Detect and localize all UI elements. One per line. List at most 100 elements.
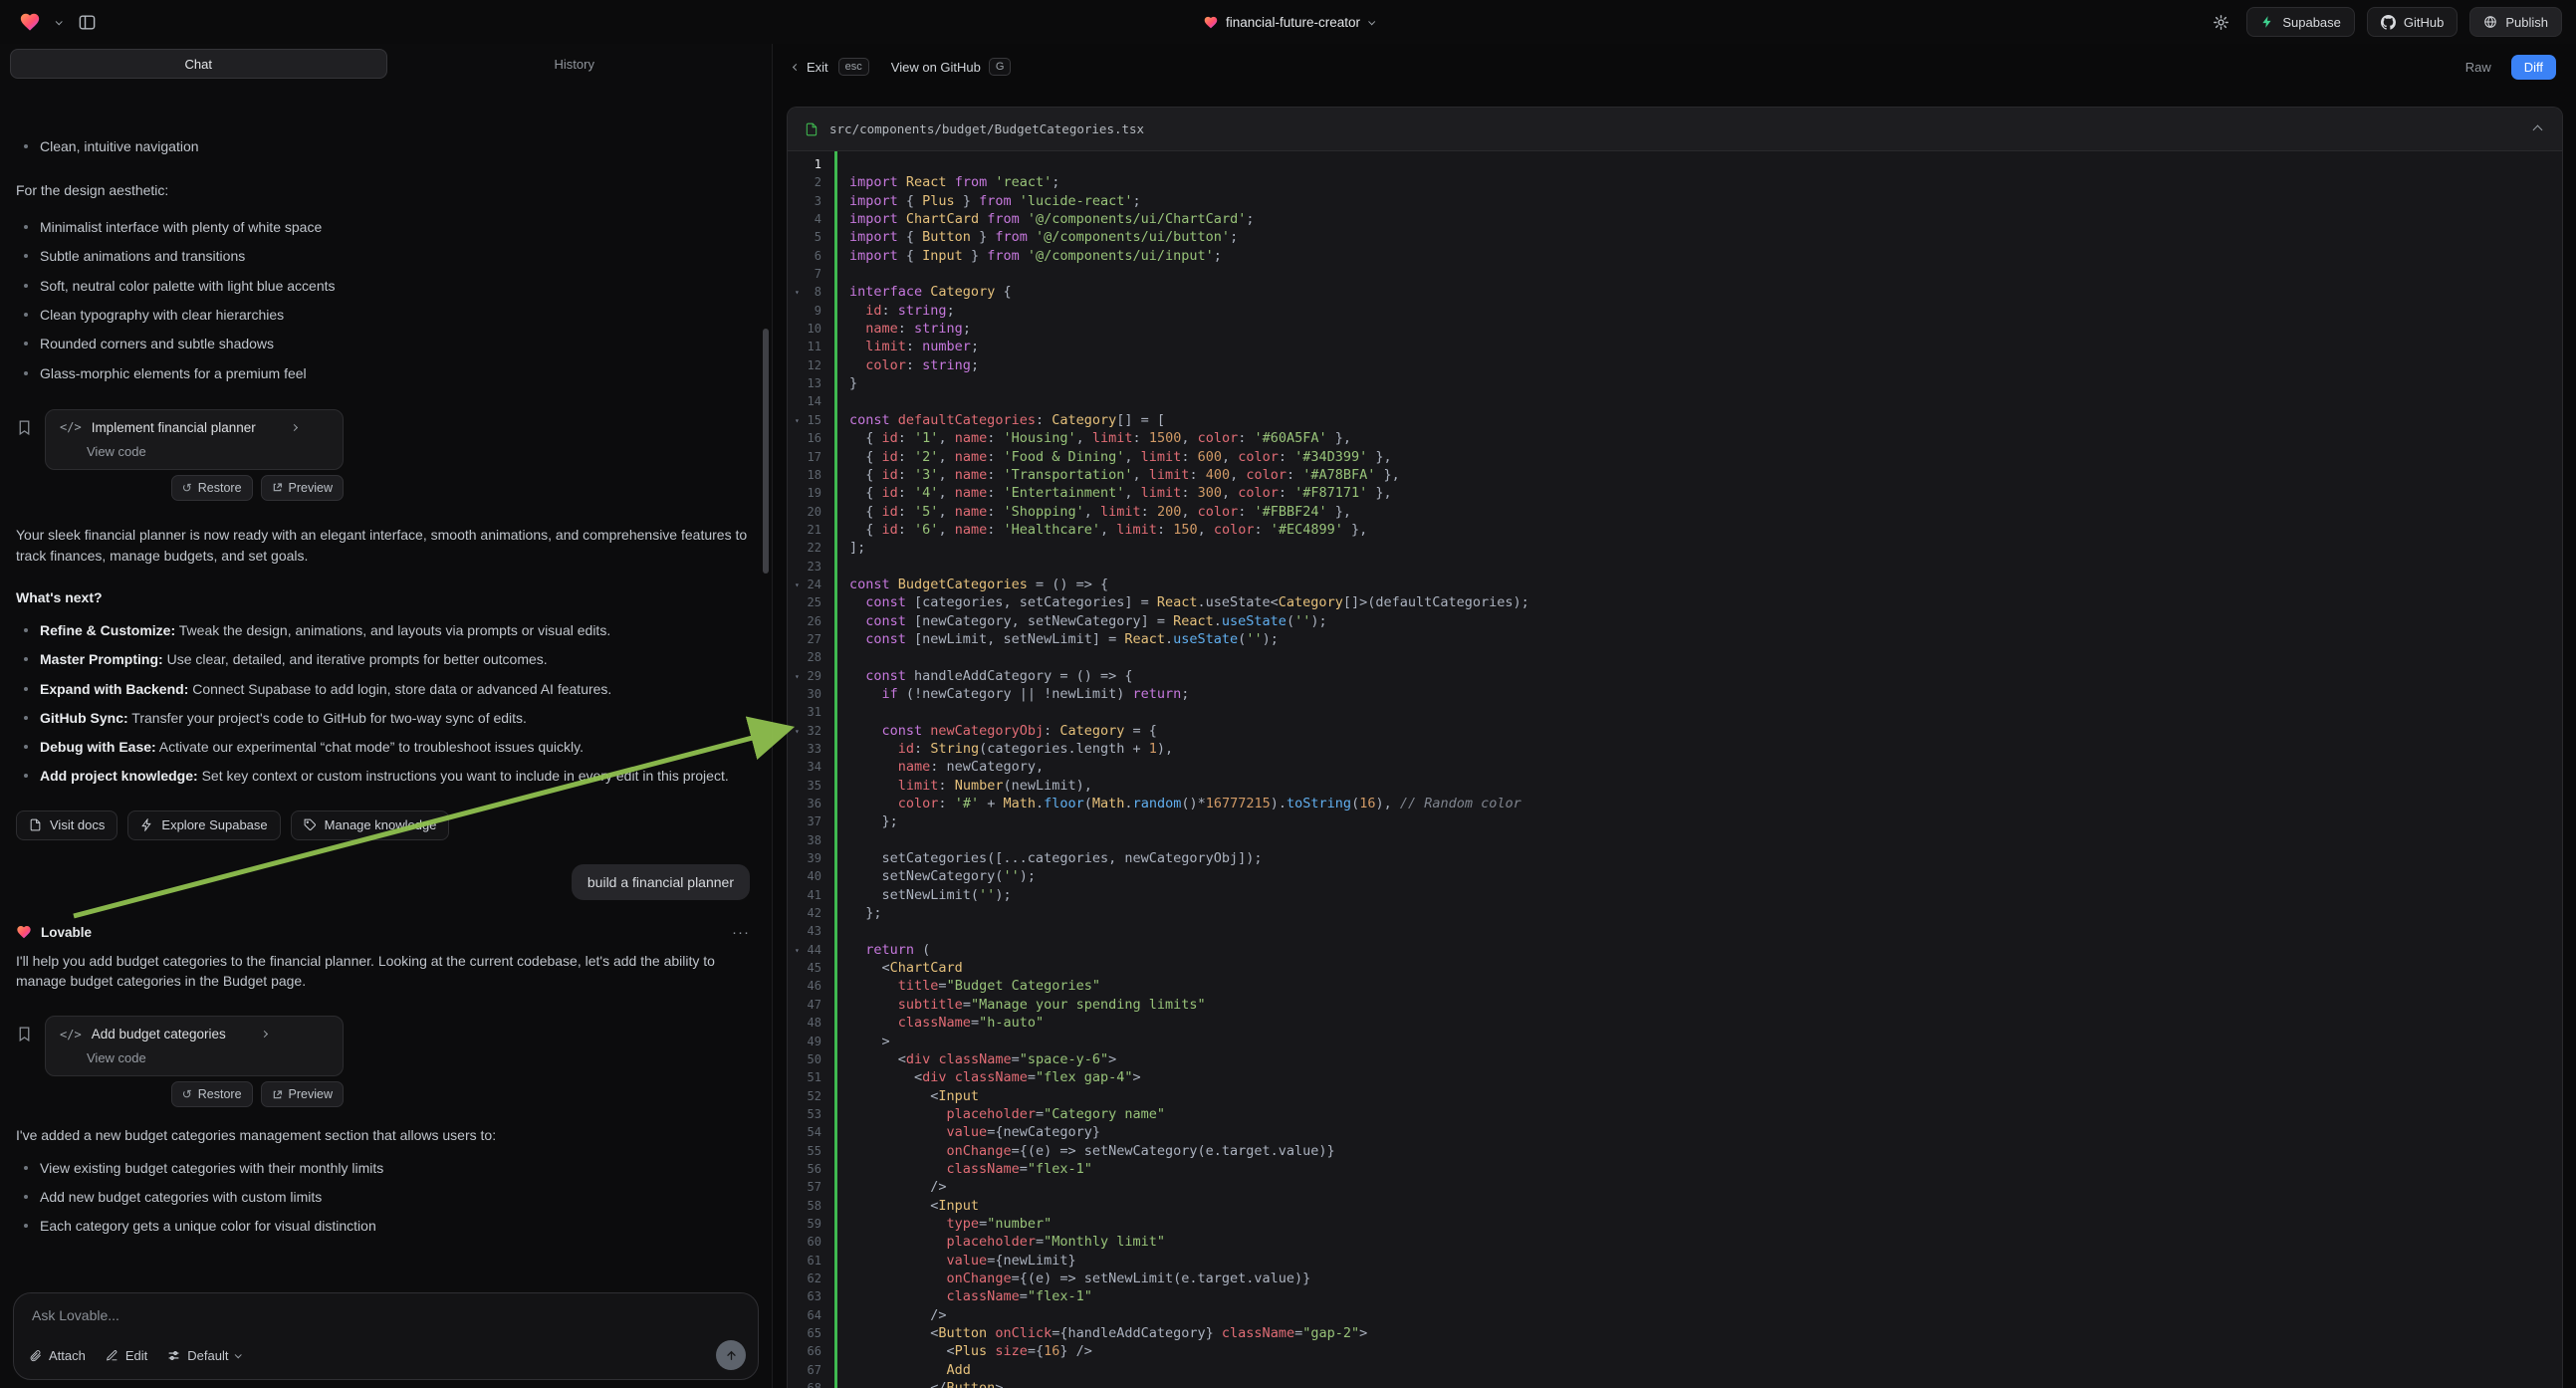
manage-knowledge-button[interactable]: Manage knowledge: [291, 810, 450, 840]
project-switcher[interactable]: financial-future-creator: [1203, 0, 1373, 44]
list-item: View existing budget categories with the…: [22, 1158, 750, 1178]
code-view-mode-switch: Raw Diff: [2459, 55, 2556, 80]
visit-docs-button[interactable]: Visit docs: [16, 810, 117, 840]
chevron-right-icon: [261, 1031, 268, 1038]
code-line: 67 Add: [788, 1361, 2562, 1379]
globe-icon: [2483, 15, 2497, 29]
added-bullet-list: View existing budget categories with the…: [16, 1158, 750, 1237]
code-line: ▾8interface Category {: [788, 283, 2562, 301]
view-code-link[interactable]: View code: [60, 1050, 329, 1065]
lovable-logo-heart-icon[interactable]: [16, 8, 44, 36]
tool-card-block: </> Add budget categories View code ↺ Re…: [16, 1016, 750, 1107]
code-line: 37 };: [788, 812, 2562, 830]
publish-button[interactable]: Publish: [2469, 7, 2562, 37]
send-button[interactable]: [716, 1340, 746, 1370]
ready-paragraph: Your sleek financial planner is now read…: [16, 525, 750, 566]
workspace-chevron-down-icon[interactable]: [56, 18, 63, 25]
explore-supabase-label: Explore Supabase: [161, 817, 267, 832]
code-line: ▾15const defaultCategories: Category[] =…: [788, 411, 2562, 429]
code-line: 66 <Plus size={16} />: [788, 1342, 2562, 1360]
code-line: 5import { Button } from '@/components/ui…: [788, 228, 2562, 246]
raw-toggle-button[interactable]: Raw: [2459, 56, 2497, 79]
assistant-header: Lovable ···: [16, 924, 750, 941]
visit-docs-label: Visit docs: [50, 817, 105, 832]
add-budget-categories-card[interactable]: </> Add budget categories View code: [45, 1016, 344, 1076]
chat-input[interactable]: [30, 1306, 742, 1324]
bookmark-icon[interactable]: [16, 419, 33, 501]
mode-selector[interactable]: Default: [167, 1348, 240, 1363]
code-line: 56 className="flex-1": [788, 1160, 2562, 1178]
code-line: 39 setCategories([...categories, newCate…: [788, 849, 2562, 867]
manage-knowledge-label: Manage knowledge: [325, 817, 437, 832]
code-line: ▾24const BudgetCategories = () => {: [788, 576, 2562, 593]
list-item: Minimalist interface with plenty of whit…: [22, 217, 750, 237]
code-viewer-panel: Exit esc View on GitHub G Raw Diff src/c…: [774, 44, 2576, 1388]
file-header[interactable]: src/components/budget/BudgetCategories.t…: [788, 108, 2562, 151]
view-code-link[interactable]: View code: [60, 444, 329, 459]
list-item: Refine & Customize: Tweak the design, an…: [22, 620, 750, 640]
exit-button[interactable]: Exit: [794, 60, 828, 75]
code-line: 26 const [newCategory, setNewCategory] =…: [788, 612, 2562, 630]
truncated-bullet-list: Clean, intuitive navigation: [16, 136, 750, 156]
code-line: 9 id: string;: [788, 302, 2562, 320]
preview-button[interactable]: Preview: [261, 475, 344, 501]
explore-supabase-button[interactable]: Explore Supabase: [127, 810, 280, 840]
card-toolbar: ↺ Restore Preview: [45, 475, 344, 501]
pencil-icon: [106, 1349, 118, 1362]
restore-button[interactable]: ↺ Restore: [171, 1081, 253, 1107]
code-line: 68 </Button>: [788, 1379, 2562, 1388]
added-paragraph: I've added a new budget categories manag…: [16, 1125, 750, 1146]
code-line: 62 onChange={(e) => setNewLimit(e.target…: [788, 1270, 2562, 1287]
quick-actions-row: Visit docs Explore Supabase Manage knowl…: [16, 810, 750, 840]
code-line: 11 limit: number;: [788, 338, 2562, 355]
card-toolbar: ↺ Restore Preview: [45, 1081, 344, 1107]
code-line: 46 title="Budget Categories": [788, 977, 2562, 995]
code-line: 54 value={newCategory}: [788, 1123, 2562, 1141]
github-shortcut-badge: G: [989, 58, 1012, 76]
preview-button[interactable]: Preview: [261, 1081, 344, 1107]
code-line: 31: [788, 703, 2562, 721]
file-added-icon: [805, 122, 819, 136]
tab-history[interactable]: History: [387, 49, 763, 79]
view-on-github-button[interactable]: View on GitHub G: [891, 58, 1012, 76]
code-line: 7: [788, 265, 2562, 283]
restore-button[interactable]: ↺ Restore: [171, 475, 253, 501]
chat-scrollbar-thumb[interactable]: [763, 329, 769, 574]
implement-financial-planner-card[interactable]: </> Implement financial planner View cod…: [45, 409, 344, 470]
attach-button[interactable]: Attach: [29, 1348, 86, 1363]
bookmark-icon[interactable]: [16, 1026, 33, 1107]
code-line: 58 <Input: [788, 1197, 2562, 1215]
code-line: 65 <Button onClick={handleAddCategory} c…: [788, 1324, 2562, 1342]
list-item: Soft, neutral color palette with light b…: [22, 276, 750, 296]
supabase-button[interactable]: Supabase: [2246, 7, 2355, 37]
code-editor-area[interactable]: 12import React from 'react';3import { Pl…: [788, 151, 2562, 1388]
tab-chat[interactable]: Chat: [10, 49, 387, 79]
list-item: Expand with Backend: Connect Supabase to…: [22, 679, 750, 699]
toggle-sidebar-icon[interactable]: [73, 8, 101, 36]
attach-label: Attach: [49, 1348, 86, 1363]
edit-button[interactable]: Edit: [106, 1348, 147, 1363]
design-aesthetic-heading: For the design aesthetic:: [16, 180, 750, 201]
top-bar-right: Supabase GitHub Publish: [2207, 0, 2562, 44]
code-line: 47 subtitle="Manage your spending limits…: [788, 996, 2562, 1014]
code-viewer-toolbar: Exit esc View on GitHub G Raw Diff: [774, 44, 2576, 90]
edit-label: Edit: [125, 1348, 147, 1363]
lovable-heart-icon: [16, 924, 32, 940]
chat-panel: Chat History Clean, intuitive navigation…: [0, 44, 773, 1388]
code-line: 61 value={newLimit}: [788, 1252, 2562, 1270]
file-path: src/components/budget/BudgetCategories.t…: [829, 121, 1144, 136]
message-options-icon[interactable]: ···: [732, 924, 750, 941]
settings-gear-icon[interactable]: [2207, 8, 2234, 36]
code-line: ▾32 const newCategoryObj: Category = {: [788, 722, 2562, 740]
list-item: Clean typography with clear hierarchies: [22, 305, 750, 325]
esc-key-badge: esc: [838, 58, 869, 76]
code-line: 6import { Input } from '@/components/ui/…: [788, 247, 2562, 265]
code-brackets-icon: </>: [60, 1028, 82, 1041]
github-button[interactable]: GitHub: [2367, 7, 2458, 37]
code-line: 30 if (!newCategory || !newLimit) return…: [788, 685, 2562, 703]
code-line: 22];: [788, 539, 2562, 557]
diff-toggle-button[interactable]: Diff: [2511, 55, 2556, 80]
chat-message-list[interactable]: Clean, intuitive navigation For the desi…: [0, 123, 772, 1284]
collapse-file-button[interactable]: [2530, 116, 2545, 142]
code-file-card: src/components/budget/BudgetCategories.t…: [787, 107, 2563, 1388]
